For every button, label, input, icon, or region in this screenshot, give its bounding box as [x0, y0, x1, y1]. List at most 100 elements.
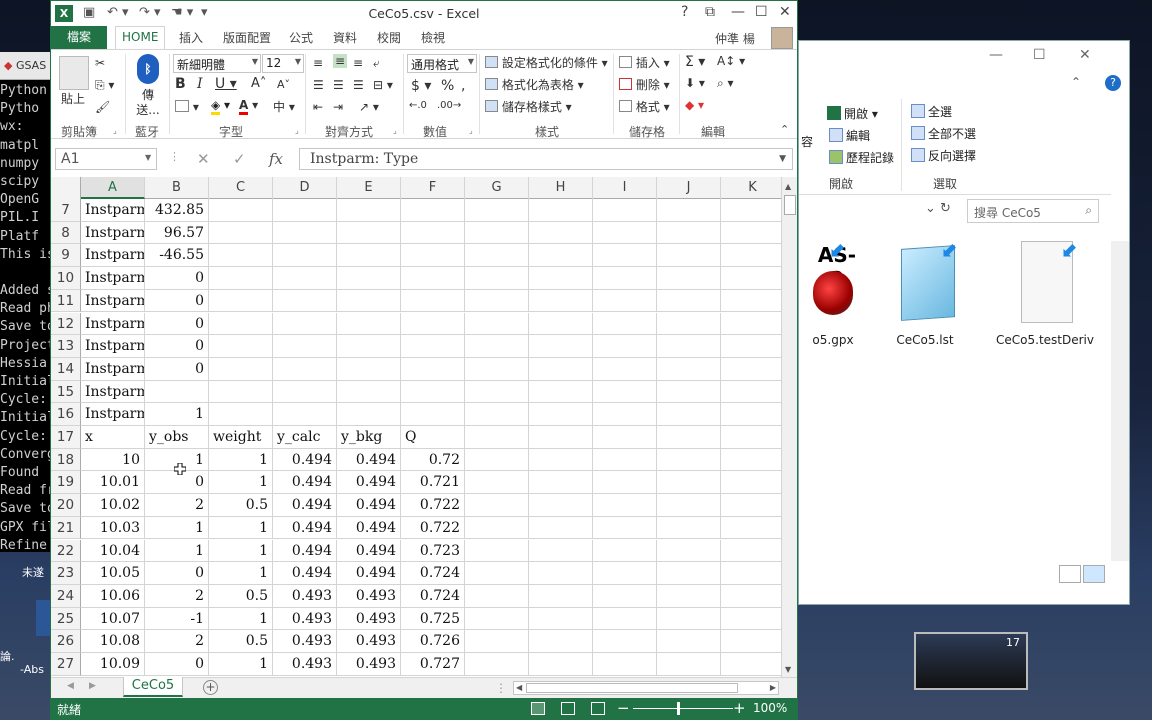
- insert-cells-button[interactable]: 插入 ▾: [619, 54, 670, 71]
- row-header[interactable]: 23: [51, 562, 81, 585]
- table-cell[interactable]: [273, 380, 337, 404]
- user-name[interactable]: 仲準 楊: [715, 30, 755, 47]
- table-cell[interactable]: [401, 244, 465, 268]
- table-cell[interactable]: 0.494: [337, 494, 401, 517]
- table-cell[interactable]: [657, 471, 721, 495]
- decrease-decimal-icon[interactable]: .00→: [437, 100, 461, 111]
- table-cell[interactable]: [721, 199, 781, 222]
- table-cell[interactable]: [593, 244, 657, 268]
- table-cell[interactable]: 10: [81, 448, 145, 472]
- dialog-launcher-icon[interactable]: ⌟: [393, 126, 397, 135]
- table-cell[interactable]: 0.494: [273, 448, 337, 472]
- table-cell[interactable]: 0.726: [401, 630, 465, 653]
- table-cell[interactable]: [337, 335, 401, 358]
- wrap-text-icon[interactable]: ⤶: [373, 56, 380, 71]
- zoom-out-button[interactable]: −: [617, 699, 630, 717]
- tab-formulas[interactable]: 公式: [289, 29, 313, 46]
- decrease-font-icon[interactable]: A˅: [277, 78, 290, 91]
- table-cell[interactable]: x: [81, 426, 145, 449]
- table-cell[interactable]: 0.494: [273, 494, 337, 517]
- table-cell[interactable]: [529, 607, 593, 631]
- table-cell[interactable]: [337, 221, 401, 245]
- table-cell[interactable]: 2: [145, 630, 209, 653]
- minimize-icon[interactable]: —: [989, 47, 1003, 63]
- increase-decimal-icon[interactable]: ←.0: [409, 100, 427, 111]
- table-cell[interactable]: [529, 494, 593, 517]
- column-header-i[interactable]: I: [593, 177, 657, 199]
- table-cell[interactable]: [721, 267, 781, 290]
- table-cell[interactable]: 0.494: [337, 516, 401, 540]
- table-cell[interactable]: [529, 471, 593, 495]
- word-icon[interactable]: [36, 600, 50, 636]
- table-cell[interactable]: [593, 221, 657, 245]
- format-as-table-button[interactable]: 格式化為表格 ▾: [485, 76, 584, 93]
- table-cell[interactable]: [401, 335, 465, 358]
- table-cell[interactable]: 432.85: [145, 199, 209, 222]
- font-color-button[interactable]: A ▾: [239, 98, 258, 115]
- table-cell[interactable]: [657, 244, 721, 268]
- table-cell[interactable]: [593, 335, 657, 358]
- name-box[interactable]: A1: [55, 148, 157, 170]
- table-cell[interactable]: [529, 516, 593, 540]
- row-header[interactable]: 24: [51, 584, 81, 608]
- table-cell[interactable]: 0: [145, 562, 209, 585]
- table-cell[interactable]: 10.02: [81, 494, 145, 517]
- table-cell[interactable]: [721, 517, 781, 540]
- table-cell[interactable]: 10.06: [81, 584, 145, 608]
- table-cell[interactable]: [209, 199, 273, 222]
- table-cell[interactable]: [465, 516, 529, 540]
- table-cell[interactable]: 96.57: [145, 221, 209, 245]
- table-cell[interactable]: [529, 562, 593, 585]
- table-cell[interactable]: 0.722: [401, 516, 465, 540]
- column-header-d[interactable]: D: [273, 177, 337, 199]
- table-cell[interactable]: 10.08: [81, 630, 145, 653]
- enter-icon[interactable]: ✓: [233, 150, 246, 168]
- table-cell[interactable]: y_obs: [145, 426, 209, 449]
- table-cell[interactable]: [657, 494, 721, 517]
- table-cell[interactable]: [657, 630, 721, 653]
- table-cell[interactable]: [721, 335, 781, 358]
- formula-input[interactable]: Instparm: Type ▼: [299, 148, 793, 170]
- table-cell[interactable]: 2: [145, 584, 209, 608]
- table-cell[interactable]: y_bkg: [337, 426, 401, 449]
- increase-indent-icon[interactable]: ⇥: [333, 100, 343, 114]
- horizontal-scrollbar[interactable]: ◀ ▶: [513, 681, 779, 695]
- table-cell[interactable]: [465, 562, 529, 585]
- table-cell[interactable]: [721, 449, 781, 472]
- table-cell[interactable]: -46.55: [145, 244, 209, 268]
- table-cell[interactable]: [593, 403, 657, 426]
- explorer-open-button[interactable]: 開啟 ▾: [827, 105, 878, 122]
- table-cell[interactable]: 10.07: [81, 607, 145, 631]
- table-cell[interactable]: [465, 312, 529, 336]
- table-cell[interactable]: [721, 562, 781, 585]
- table-cell[interactable]: 1: [209, 471, 273, 495]
- table-cell[interactable]: [593, 448, 657, 472]
- file-item[interactable]: ⬋ CeCo5.lst: [877, 237, 973, 347]
- cut-icon[interactable]: ✂: [95, 56, 105, 70]
- row-header[interactable]: 10: [51, 267, 81, 290]
- find-select-icon[interactable]: ⌕ ▾: [717, 76, 734, 91]
- table-cell[interactable]: [145, 380, 209, 404]
- table-cell[interactable]: Instparm:: [81, 312, 145, 336]
- table-cell[interactable]: [209, 289, 273, 313]
- table-cell[interactable]: [465, 335, 529, 358]
- table-cell[interactable]: 0: [145, 357, 209, 381]
- orientation-icon[interactable]: ↗ ▾: [359, 100, 379, 114]
- table-cell[interactable]: 0.493: [273, 630, 337, 653]
- table-cell[interactable]: 0.493: [337, 653, 401, 676]
- table-cell[interactable]: 0.724: [401, 584, 465, 608]
- explorer-search-input[interactable]: 搜尋 CeCo5 ⌕: [967, 199, 1099, 223]
- restore-icon[interactable]: ☐: [755, 4, 768, 20]
- table-cell[interactable]: [273, 244, 337, 268]
- table-cell[interactable]: 0.493: [337, 607, 401, 631]
- table-cell[interactable]: [721, 540, 781, 563]
- table-cell[interactable]: [529, 448, 593, 472]
- table-cell[interactable]: [529, 630, 593, 653]
- table-cell[interactable]: weight: [209, 426, 273, 449]
- table-cell[interactable]: [529, 335, 593, 358]
- table-cell[interactable]: [593, 312, 657, 336]
- table-cell[interactable]: [465, 471, 529, 495]
- row-header[interactable]: 11: [51, 289, 81, 313]
- table-cell[interactable]: 0.721: [401, 471, 465, 495]
- table-cell[interactable]: [593, 584, 657, 608]
